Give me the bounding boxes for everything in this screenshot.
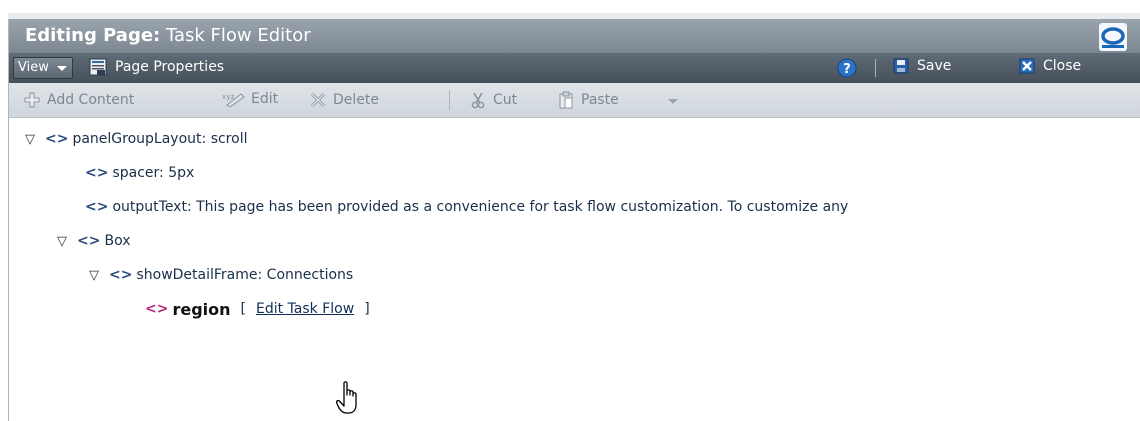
delete-button[interactable]: Delete: [309, 91, 379, 109]
delete-icon: [310, 92, 326, 108]
oracle-logo-icon: [1099, 23, 1127, 51]
help-icon[interactable]: ?: [837, 58, 857, 78]
view-menu-button[interactable]: View: [13, 57, 73, 79]
edit-task-flow-link[interactable]: Edit Task Flow: [256, 301, 354, 317]
close-button[interactable]: Close: [1019, 58, 1081, 74]
chevron-down-icon: [57, 66, 67, 71]
component-tag-icon: <>: [85, 199, 109, 215]
page-title-rest: Task Flow Editor: [160, 25, 311, 46]
page-properties-icon: [89, 58, 107, 76]
svg-text:?: ?: [843, 62, 851, 77]
edit-button[interactable]: xyz Edit: [221, 91, 278, 107]
toolbar-divider: [449, 90, 450, 110]
add-content-label: Add Content: [47, 92, 135, 108]
save-label: Save: [917, 58, 952, 74]
svg-text:xyz: xyz: [222, 93, 235, 101]
edit-icon: xyz: [222, 93, 245, 107]
expand-triangle-icon[interactable]: ▽: [89, 268, 103, 283]
page-properties-label: Page Properties: [115, 59, 225, 75]
close-icon: [1019, 58, 1035, 74]
component-tag-icon: <>: [109, 267, 133, 283]
add-icon: [24, 92, 40, 108]
chevron-down-icon[interactable]: [667, 98, 679, 106]
delete-label: Delete: [333, 92, 379, 108]
tree-node-showdetailframe[interactable]: ▽ <> showDetailFrame: Connections: [89, 265, 353, 285]
tree-node-label: Box: [104, 233, 131, 249]
clipboard-icon: [559, 91, 573, 109]
editor-window: Editing Page: Task Flow Editor View Page…: [8, 19, 1140, 421]
expand-triangle-icon[interactable]: ▽: [57, 234, 71, 249]
save-button[interactable]: Save: [893, 58, 951, 74]
tree-node-panelgrouplayout[interactable]: ▽ <> panelGroupLayout: scroll: [25, 129, 247, 149]
edit-label: Edit: [251, 91, 279, 107]
component-tag-icon: <>: [145, 301, 169, 317]
tree-node-spacer[interactable]: <> spacer: 5px: [85, 163, 194, 183]
paste-button[interactable]: Paste: [557, 91, 619, 109]
tree-node-region[interactable]: <> region [ Edit Task Flow ]: [145, 299, 370, 319]
bracket-close: ]: [364, 301, 370, 317]
tree-node-label: showDetailFrame: Connections: [136, 267, 354, 283]
edit-toolbar: Add Content xyz Edit Delete Cut Paste: [9, 83, 1140, 118]
tree-node-label: panelGroupLayout: scroll: [72, 131, 248, 147]
tree-node-label: spacer: 5px: [112, 165, 195, 181]
close-label: Close: [1043, 58, 1082, 74]
save-icon: [893, 58, 909, 74]
component-tag-icon: <>: [45, 131, 69, 147]
tree-node-box[interactable]: ▽ <> Box: [57, 231, 131, 251]
component-tag-icon: <>: [85, 165, 109, 181]
component-tree: ▽ <> panelGroupLayout: scroll <> spacer:…: [9, 117, 1140, 421]
cut-label: Cut: [493, 92, 518, 108]
tree-node-outputtext[interactable]: <> outputText: This page has been provid…: [85, 197, 848, 217]
page-title-bold: Editing Page:: [25, 25, 161, 46]
title-bar: Editing Page: Task Flow Editor: [9, 19, 1140, 53]
cut-button[interactable]: Cut: [469, 91, 517, 109]
menu-divider: [875, 59, 876, 77]
tree-node-label: outputText: This page has been provided …: [112, 199, 849, 215]
hand-pointer-icon: [336, 381, 357, 414]
page-properties-button[interactable]: Page Properties: [89, 58, 224, 76]
page-title: Editing Page: Task Flow Editor: [25, 25, 311, 46]
add-content-button[interactable]: Add Content: [23, 91, 134, 109]
bracket-open: [: [240, 301, 246, 317]
expand-triangle-icon[interactable]: ▽: [25, 132, 39, 147]
paste-label: Paste: [581, 92, 619, 108]
tree-node-label: region: [172, 299, 231, 319]
scissors-icon: [471, 92, 485, 109]
view-menu-label: View: [18, 60, 49, 75]
component-tag-icon: <>: [77, 233, 101, 249]
menu-bar: View Page Properties ? Save Close: [9, 53, 1140, 83]
